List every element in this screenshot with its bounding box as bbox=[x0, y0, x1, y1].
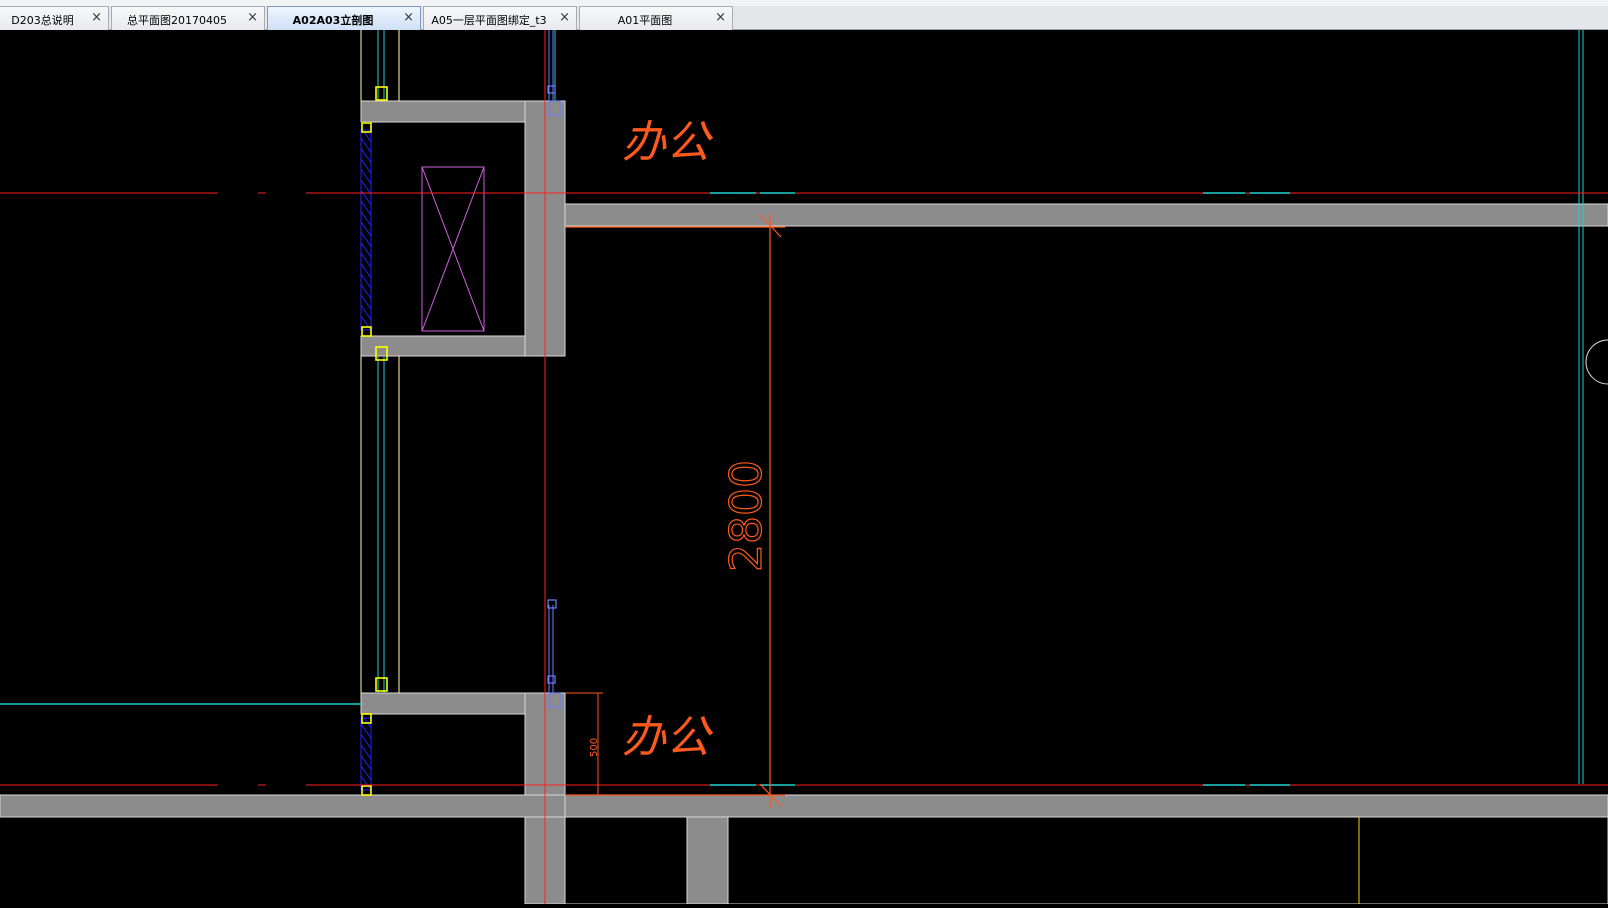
close-icon[interactable]: × bbox=[559, 10, 570, 25]
close-icon[interactable]: × bbox=[715, 10, 726, 25]
tab-site-plan[interactable]: 总平面图20170405 × bbox=[111, 6, 265, 30]
axis-lines bbox=[0, 30, 1608, 904]
floor-plan-drawing: 办公 办公 2800 500 bbox=[0, 30, 1608, 905]
shaft-interior-bottom bbox=[370, 713, 526, 796]
tab-a02a03-elevation-section[interactable]: A02A03立剖图 × bbox=[267, 6, 421, 30]
axis-cyan-segments bbox=[0, 192, 1290, 786]
axis-bubble-partial bbox=[1585, 339, 1608, 385]
close-icon[interactable]: × bbox=[403, 10, 414, 25]
close-icon[interactable]: × bbox=[91, 10, 102, 25]
cad-drawing-canvas[interactable]: 办公 办公 2800 500 bbox=[0, 30, 1608, 905]
tab-d203-general-notes[interactable]: D203总说明 × bbox=[0, 6, 109, 30]
dimension-text-500: 500 bbox=[589, 738, 600, 757]
wall-corridor-upper bbox=[564, 203, 1608, 227]
wall-corridor-lower-left bbox=[0, 794, 566, 818]
tab-a05-first-floor-plan[interactable]: A05一层平面图绑定_t3 × bbox=[423, 6, 577, 30]
hatched-wall-top bbox=[360, 129, 372, 331]
room-below-right bbox=[727, 816, 1608, 905]
room-label-bottom: 办公 bbox=[622, 712, 714, 763]
room-label-top: 办公 bbox=[622, 117, 714, 168]
tab-label: D203总说明 bbox=[11, 14, 74, 27]
tab-label: A02A03立剖图 bbox=[292, 14, 374, 27]
hatched-wall-bottom bbox=[360, 717, 372, 791]
tab-a01-floor-plan[interactable]: A01平面图 × bbox=[579, 6, 733, 30]
wall-corridor-lower-right bbox=[564, 794, 1608, 818]
close-icon[interactable]: × bbox=[247, 10, 258, 25]
room-below-left bbox=[564, 816, 688, 905]
tab-label: A05一层平面图绑定_t3 bbox=[431, 14, 547, 27]
tab-label: A01平面图 bbox=[617, 14, 673, 27]
dimension-text-2800: 2800 bbox=[721, 460, 772, 572]
tab-label: 总平面图20170405 bbox=[127, 14, 227, 27]
wall-bottom-column bbox=[686, 816, 729, 905]
drawing-tab-bar: D203总说明 × 总平面图20170405 × A02A03立剖图 × A05… bbox=[0, 0, 1608, 30]
shaft-interior-top bbox=[370, 121, 526, 337]
